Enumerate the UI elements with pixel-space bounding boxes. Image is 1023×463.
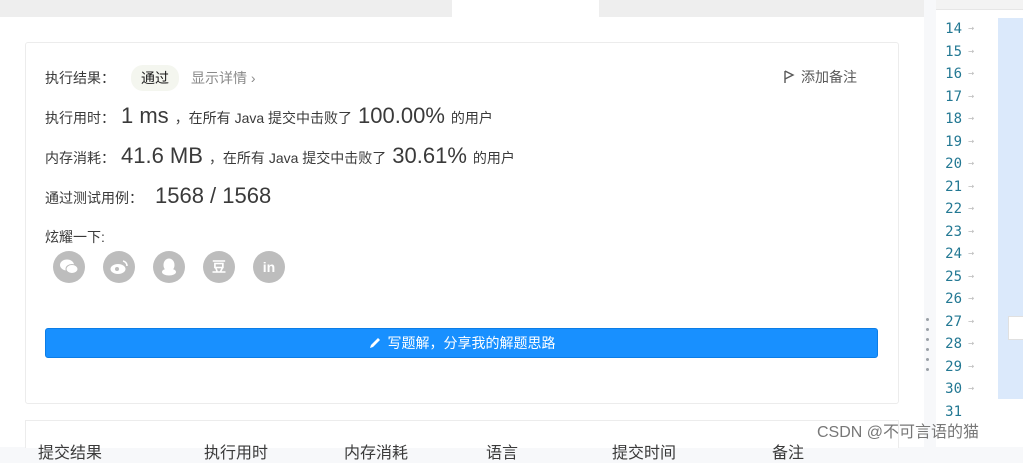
whitespace-arrow-icon: → — [967, 338, 974, 349]
line-number: 21 → — [936, 176, 1004, 199]
line-number: 14 → — [936, 18, 1004, 41]
th-memory: 内存消耗 — [344, 445, 409, 462]
status-badge: 通过 — [131, 65, 179, 91]
runtime-value: 1 ms — [121, 103, 169, 128]
watermark: CSDN @不可言语的猫 — [817, 424, 980, 441]
result-row: 执行结果： 通过 显示详情 › — [45, 65, 256, 91]
line-number: 27 → — [936, 311, 1004, 334]
whitespace-arrow-icon: → — [967, 360, 974, 372]
line-number: 25 → — [936, 266, 1004, 289]
flag-icon — [784, 70, 795, 83]
th-result: 提交结果 — [38, 445, 103, 462]
write-solution-label: 写题解，分享我的解题思路 — [387, 335, 556, 351]
active-tab[interactable] — [452, 0, 599, 18]
line-number: 22 → — [936, 198, 1004, 221]
tests-label: 通过测试用例： — [45, 190, 143, 206]
runtime-mid-text: ，在所有 Java 提交中击败了 — [174, 110, 353, 126]
memory-label: 内存消耗： — [45, 150, 115, 166]
whitespace-arrow-icon: → — [967, 158, 974, 169]
share-row: 炫耀一下: — [45, 227, 105, 247]
weibo-icon[interactable] — [103, 251, 135, 283]
line-number: 20 → — [936, 153, 1004, 176]
whitespace-arrow-icon: → — [967, 180, 974, 192]
runtime-suffix: 的用户 — [450, 110, 493, 126]
editor-toolbar — [936, 0, 1023, 10]
memory-mid-text: ，在所有 Java 提交中击败了 — [208, 150, 387, 166]
line-number: 18 → — [936, 108, 1004, 131]
result-label: 执行结果： — [45, 70, 115, 86]
line-number: 29 → — [936, 356, 1004, 379]
line-number: 26 → — [936, 288, 1004, 311]
th-submit-time: 提交时间 — [612, 445, 677, 462]
th-language: 语言 — [486, 445, 519, 462]
tests-row: 通过测试用例： 1568 / 1568 — [45, 183, 277, 209]
whitespace-arrow-icon: → — [967, 113, 974, 124]
whitespace-arrow-icon: → — [967, 248, 974, 259]
editor-scrollbar-thumb[interactable] — [1008, 316, 1023, 340]
whitespace-arrow-icon: → — [967, 270, 974, 282]
pencil-icon — [369, 338, 380, 348]
show-details-link[interactable]: 显示详情 › — [191, 68, 256, 88]
tests-value: 1568 / 1568 — [155, 183, 272, 208]
whitespace-arrow-icon: → — [967, 135, 974, 147]
share-icons: 豆 in — [53, 251, 285, 283]
memory-percent: 30.61% — [392, 143, 467, 168]
code-editor[interactable]: 14 → 15 → 16 → 17 → 18 → 19 → 20 → 21 → 22 → 23 → 24 → 25 → 26 → 2… — [936, 0, 1023, 447]
line-number: 15 → — [936, 41, 1004, 64]
line-number: 28 → — [936, 333, 1004, 356]
memory-row: 内存消耗： 41.6 MB ，在所有 Java 提交中击败了 30.61% 的用… — [45, 143, 515, 169]
line-number-gutter: 14 → 15 → 16 → 17 → 18 → 19 → 20 → 21 → 22 → 23 → 24 → 25 → 26 → 2… — [936, 18, 1004, 423]
submission-result-card: 执行结果： 通过 显示详情 › 添加备注 执行用时： 1 ms ，在所有 Jav… — [25, 42, 899, 404]
whitespace-arrow-icon: → — [967, 293, 974, 304]
write-solution-button[interactable]: 写题解，分享我的解题思路 — [45, 328, 878, 358]
line-number: 19 → — [936, 131, 1004, 154]
whitespace-arrow-icon: → — [967, 383, 974, 394]
add-note-button[interactable]: 添加备注 — [783, 67, 857, 87]
runtime-percent: 100.00% — [358, 103, 445, 128]
whitespace-arrow-icon: → — [967, 23, 974, 34]
submissions-table-header: 提交结果 执行用时 内存消耗 语言 提交时间 备注 — [25, 420, 899, 462]
line-number: 17 → — [936, 86, 1004, 109]
whitespace-arrow-icon: → — [967, 45, 974, 57]
runtime-row: 执行用时： 1 ms ，在所有 Java 提交中击败了 100.00% 的用户 — [45, 103, 493, 129]
whitespace-arrow-icon: → — [967, 68, 974, 79]
share-label: 炫耀一下: — [45, 229, 105, 245]
whitespace-arrow-icon: → — [967, 315, 974, 327]
th-runtime: 执行用时 — [204, 445, 269, 462]
panel-resize-handle[interactable] — [926, 318, 932, 378]
add-note-label: 添加备注 — [801, 69, 857, 85]
whitespace-arrow-icon: → — [967, 203, 974, 214]
memory-value: 41.6 MB — [121, 143, 203, 168]
qq-icon[interactable] — [153, 251, 185, 283]
line-number: 23 → — [936, 221, 1004, 244]
linkedin-icon[interactable]: in — [253, 251, 285, 283]
line-number: 24 → — [936, 243, 1004, 266]
line-number: 30 → — [936, 378, 1004, 401]
line-number: 16 → — [936, 63, 1004, 86]
runtime-label: 执行用时： — [45, 110, 115, 126]
whitespace-arrow-icon: → — [967, 225, 974, 237]
memory-suffix: 的用户 — [472, 150, 515, 166]
th-note: 备注 — [772, 445, 805, 462]
douban-icon[interactable]: 豆 — [203, 251, 235, 283]
whitespace-arrow-icon: → — [967, 90, 974, 102]
wechat-icon[interactable] — [53, 251, 85, 283]
